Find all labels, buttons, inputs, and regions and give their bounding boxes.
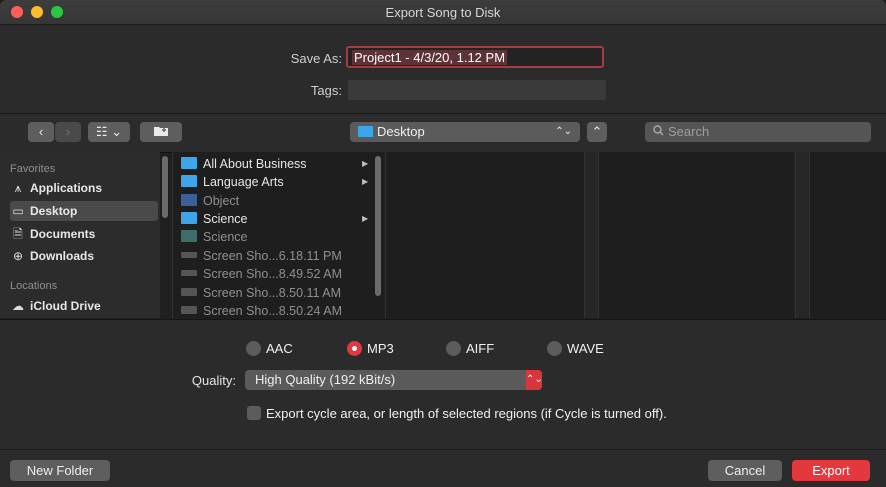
documents-icon: 🗎 (13, 227, 23, 241)
list-item: Screen Sho...8.49.52 AM (181, 265, 371, 283)
format-radio-aac[interactable]: AAC (246, 340, 293, 358)
column-divider (795, 152, 810, 318)
sidebar-item-icloud-drive[interactable]: ☁ iCloud Drive (10, 296, 152, 316)
disclosure-arrow-icon: ▶ (362, 159, 369, 168)
radio-button (246, 341, 261, 356)
sidebar-section-locations: Locations (10, 280, 58, 292)
list-item[interactable]: All About Business (181, 155, 371, 173)
back-button[interactable]: ‹ (28, 122, 54, 142)
sidebar-item-label: Applications (30, 181, 103, 195)
expand-collapse-button[interactable]: ⌃ (587, 122, 607, 142)
view-mode-button[interactable]: ☷ ⌄ (88, 122, 130, 142)
column-view-icon: ☷ ⌄ (95, 124, 123, 139)
list-item: Screen Sho...6.18.11 PM (181, 247, 371, 265)
popup-caret-icon: ⌃⌄ (555, 126, 572, 137)
popup-caret-icon: ⌃⌄ (526, 370, 543, 390)
folder-icon (181, 157, 197, 169)
location-label: Desktop (377, 124, 425, 139)
folder-icon (181, 175, 197, 187)
column-empty-2 (598, 152, 795, 318)
disclosure-arrow-icon: ▶ (362, 177, 369, 186)
column-scrollbar[interactable] (375, 156, 381, 296)
radio-button-selected (347, 341, 362, 356)
folder-plus-icon (154, 127, 168, 136)
location-popup[interactable]: Desktop ⌃⌄ (350, 122, 580, 142)
cancel-button[interactable]: Cancel (708, 460, 782, 481)
list-item: Object (181, 192, 371, 210)
title-bar: Export Song to Disk (0, 0, 886, 25)
format-radio-aiff[interactable]: AIFF (446, 340, 494, 358)
sidebar-scrollbar[interactable] (162, 156, 168, 218)
format-radio-wave[interactable]: WAVE (547, 340, 604, 358)
sidebar-item-label: Documents (30, 227, 96, 241)
list-item: Screen Sho...8.50.24 AM (181, 302, 371, 320)
sidebar-item-downloads[interactable]: ⊕ Downloads (10, 246, 152, 266)
chevron-right-icon: › (65, 124, 71, 139)
cloud-icon: ☁ (12, 299, 24, 313)
list-item[interactable]: Language Arts (181, 173, 371, 191)
file-icon (181, 230, 197, 242)
chevron-left-icon: ‹ (38, 124, 44, 139)
applications-icon: ⩚ (14, 181, 22, 195)
radio-button (547, 341, 562, 356)
forward-button[interactable]: › (55, 122, 81, 142)
sidebar-item-desktop[interactable]: ▭ Desktop (10, 201, 158, 221)
radio-button (446, 341, 461, 356)
search-field[interactable]: Search (645, 122, 871, 142)
save-as-value: Project1 - 4/3/20, 1.12 PM (352, 50, 508, 65)
search-placeholder: Search (668, 124, 710, 139)
list-item[interactable]: Science (181, 210, 371, 228)
new-folder-button[interactable]: New Folder (10, 460, 110, 481)
folder-icon (181, 212, 197, 224)
column-empty-3 (809, 152, 886, 318)
downloads-icon: ⊕ (12, 249, 24, 263)
sidebar-item-documents[interactable]: 🗎 Documents (10, 224, 152, 244)
window-title: Export Song to Disk (385, 5, 501, 20)
sidebar-item-label: Downloads (30, 249, 95, 263)
disclosure-arrow-icon: ▶ (362, 214, 369, 223)
tags-label: Tags: (310, 83, 342, 98)
export-cycle-label: Export cycle area, or length of selected… (266, 406, 667, 421)
export-button[interactable]: Export (792, 460, 870, 481)
export-dialog: Export Song to Disk Save As: Project1 - … (0, 0, 886, 487)
quality-select[interactable]: High Quality (192 kBit/s) ⌃⌄ (245, 370, 543, 390)
sidebar-item-label: iCloud Drive (30, 299, 101, 313)
image-file-icon (181, 306, 197, 314)
save-as-field[interactable]: Project1 - 4/3/20, 1.12 PM (346, 46, 604, 68)
list-item: Science (181, 228, 371, 246)
quality-value: High Quality (192 kBit/s) (255, 372, 396, 387)
save-as-label: Save As: (290, 51, 342, 66)
chevron-up-icon: ⌃ (591, 124, 603, 139)
word-document-icon (181, 194, 197, 206)
format-radio-mp3[interactable]: MP3 (347, 340, 394, 358)
desktop-folder-icon (358, 126, 373, 137)
column-divider (584, 152, 599, 318)
image-file-icon (181, 288, 197, 296)
desktop-icon: ▭ (12, 204, 24, 218)
quality-label: Quality: (191, 373, 236, 388)
sidebar-item-applications[interactable]: ⩚ Applications (10, 178, 152, 198)
sidebar-section-favorites: Favorites (10, 163, 56, 175)
image-file-icon (181, 270, 197, 276)
export-cycle-checkbox[interactable] (247, 406, 261, 420)
list-item: Screen Sho...8.50.11 AM (181, 284, 371, 302)
column-empty-1 (385, 152, 584, 318)
sidebar-item-label: Desktop (30, 204, 78, 218)
search-icon (653, 122, 664, 142)
image-file-icon (181, 252, 197, 258)
tags-field[interactable] (348, 80, 606, 100)
new-folder-toolbar-button[interactable] (140, 122, 182, 142)
